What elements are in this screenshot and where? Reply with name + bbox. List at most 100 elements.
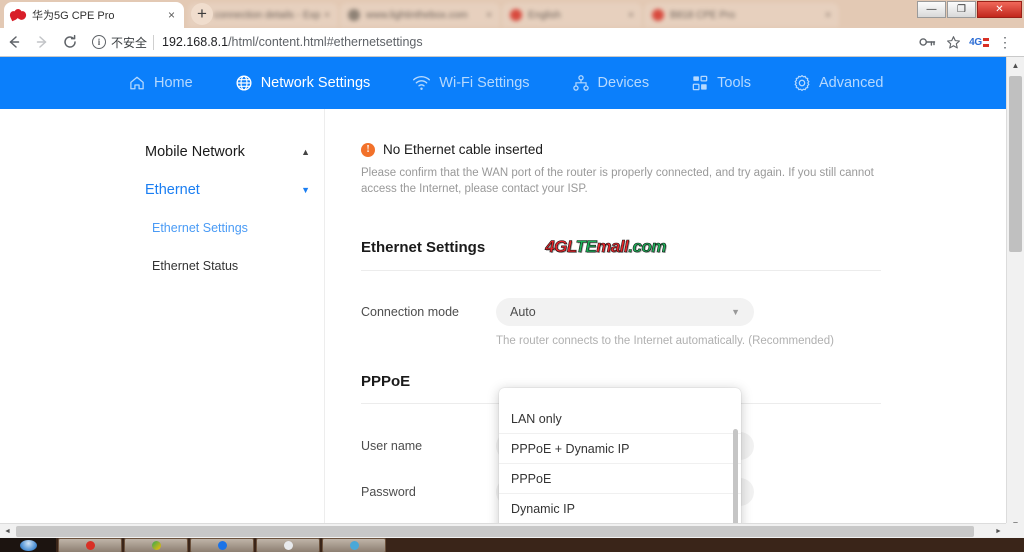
maximize-button[interactable]: ❐ — [947, 1, 976, 18]
password-label: Password — [361, 485, 496, 499]
dropdown-option-lan-only[interactable]: LAN only — [499, 404, 741, 434]
connection-mode-label: Connection mode — [361, 305, 496, 319]
toolbar-actions: 4G ⋮ — [914, 28, 1024, 56]
new-tab-button[interactable]: + — [191, 3, 213, 25]
background-tab-2[interactable]: www.lightinthebox.com × — [340, 3, 500, 27]
connection-mode-dropdown[interactable]: LAN only PPPoE + Dynamic IP PPPoE Dynami… — [499, 388, 741, 533]
nav-item-advanced[interactable]: Advanced — [793, 74, 884, 92]
dropdown-option-pppoe[interactable]: PPPoE — [499, 464, 741, 494]
nav-label: Wi-Fi Settings — [439, 75, 529, 91]
sidebar-group-label: Mobile Network — [145, 144, 245, 160]
sidebar-item-ethernet-status[interactable]: Ethernet Status — [152, 259, 324, 273]
home-icon — [128, 74, 146, 92]
nav-label: Devices — [598, 75, 650, 91]
chevron-down-icon[interactable]: ▼ — [731, 307, 740, 317]
connection-mode-hint: The router connects to the Internet auto… — [496, 335, 1006, 347]
tab-title: connection details - Explore — [214, 10, 320, 21]
active-browser-tab[interactable]: 华为5G CPE Pro × — [4, 2, 184, 28]
connection-mode-select[interactable]: Auto ▼ — [496, 298, 754, 326]
scroll-left-arrow-icon[interactable]: ◄ — [0, 524, 15, 538]
windows-orb-icon — [20, 540, 37, 551]
nav-item-tools[interactable]: Tools — [691, 74, 751, 92]
start-button[interactable] — [0, 538, 56, 552]
background-tab-4[interactable]: B818 CPE Pro × — [644, 3, 839, 27]
url-path: /html/content.html#ethernetsettings — [228, 35, 423, 49]
sidebar-item-ethernet-settings[interactable]: Ethernet Settings — [152, 221, 324, 235]
nav-item-home[interactable]: Home — [128, 74, 193, 92]
sidebar-group-label: Ethernet — [145, 182, 200, 198]
nav-label: Network Settings — [261, 75, 371, 91]
tab-favicon — [348, 9, 360, 21]
username-label: User name — [361, 439, 496, 453]
connection-mode-control: Auto ▼ — [496, 298, 881, 326]
nav-label: Advanced — [819, 75, 884, 91]
dropdown-option-dynamic-ip[interactable]: Dynamic IP — [499, 494, 741, 524]
site-info-icon[interactable]: i — [92, 35, 106, 49]
status-banner-title: No Ethernet cable inserted — [383, 142, 543, 157]
scroll-right-arrow-icon[interactable]: ► — [991, 524, 1006, 538]
tab-close-icon[interactable]: × — [628, 10, 634, 21]
nav-label: Tools — [717, 75, 751, 91]
dropdown-scrollbar[interactable] — [733, 429, 738, 533]
vertical-scrollbar-thumb[interactable] — [1009, 76, 1022, 252]
windows-taskbar — [0, 538, 1024, 552]
tab-title: www.lightinthebox.com — [366, 10, 482, 21]
divider — [361, 270, 881, 271]
wifi-icon — [412, 74, 431, 92]
extension-4g-label: 4G — [969, 37, 982, 48]
taskbar-item[interactable] — [58, 538, 122, 552]
watermark-logo: 4GLTEmall.com — [545, 237, 666, 257]
taskbar-item[interactable] — [190, 538, 254, 552]
tab-close-icon[interactable]: × — [324, 10, 330, 21]
nav-item-network-settings[interactable]: Network Settings — [235, 74, 371, 92]
ethernet-settings-heading-row: Ethernet Settings 4GLTEmall.com — [326, 237, 1006, 257]
taskbar-item[interactable] — [124, 538, 188, 552]
reload-icon[interactable] — [56, 28, 84, 56]
extension-4g-icon[interactable]: 4G — [966, 28, 992, 56]
tab-close-icon[interactable]: × — [486, 10, 492, 21]
nav-label: Home — [154, 75, 193, 91]
chevron-up-icon[interactable]: ▲ — [301, 147, 310, 157]
status-banner: ! No Ethernet cable inserted — [361, 142, 1006, 157]
nav-item-devices[interactable]: Devices — [572, 74, 650, 92]
window-controls: — ❐ ✕ — [916, 1, 1022, 18]
background-tab-3[interactable]: English × — [502, 3, 642, 27]
address-bar[interactable]: i 不安全 192.168.8.1/html/content.html#ethe… — [84, 28, 914, 56]
password-key-icon[interactable] — [914, 28, 940, 56]
browser-toolbar: i 不安全 192.168.8.1/html/content.html#ethe… — [0, 28, 1024, 57]
horizontal-scrollbar[interactable]: ◄ ► — [0, 523, 1024, 538]
huawei-flower-icon — [10, 8, 25, 23]
bookmark-star-icon[interactable] — [940, 28, 966, 56]
vertical-scrollbar[interactable]: ▲ ▼ — [1006, 57, 1024, 533]
sidebar-item-ethernet[interactable]: Ethernet ▼ — [145, 182, 310, 198]
grid-tools-icon — [691, 74, 709, 92]
tab-close-icon[interactable]: × — [825, 10, 831, 21]
forward-icon — [28, 28, 56, 56]
section-title: PPPoE — [361, 373, 410, 390]
chevron-down-icon[interactable]: ▼ — [301, 185, 310, 195]
chrome-menu-icon[interactable]: ⋮ — [992, 28, 1018, 56]
connection-mode-row: Connection mode Auto ▼ — [361, 298, 881, 326]
sidebar-item-mobile-network[interactable]: Mobile Network ▲ — [145, 144, 310, 160]
dropdown-option-pppoe-dynamic-ip[interactable]: PPPoE + Dynamic IP — [499, 434, 741, 464]
tab-favicon — [510, 9, 522, 21]
tab-title: English — [528, 10, 624, 21]
close-window-button[interactable]: ✕ — [977, 1, 1022, 18]
tab-title: B818 CPE Pro — [670, 10, 821, 21]
taskbar-item[interactable] — [256, 538, 320, 552]
url-host: 192.168.8.1 — [162, 35, 228, 49]
browser-tab-strip: connection details - Explore × www.light… — [0, 0, 1024, 28]
nav-item-wifi-settings[interactable]: Wi-Fi Settings — [412, 74, 529, 92]
tab-close-icon[interactable]: × — [165, 9, 178, 22]
omnibox-divider — [153, 35, 154, 50]
section-title: Ethernet Settings — [361, 239, 485, 256]
taskbar-item[interactable] — [322, 538, 386, 552]
tab-title: 华为5G CPE Pro — [32, 7, 165, 23]
dropdown-scrollbar-thumb[interactable] — [733, 429, 738, 533]
globe-icon — [235, 74, 253, 92]
horizontal-scrollbar-thumb[interactable] — [16, 526, 974, 537]
back-icon[interactable] — [0, 28, 28, 56]
scroll-up-arrow-icon[interactable]: ▲ — [1007, 57, 1024, 74]
minimize-button[interactable]: — — [917, 1, 946, 18]
router-web-ui: Home Network Settings — [0, 57, 1006, 533]
